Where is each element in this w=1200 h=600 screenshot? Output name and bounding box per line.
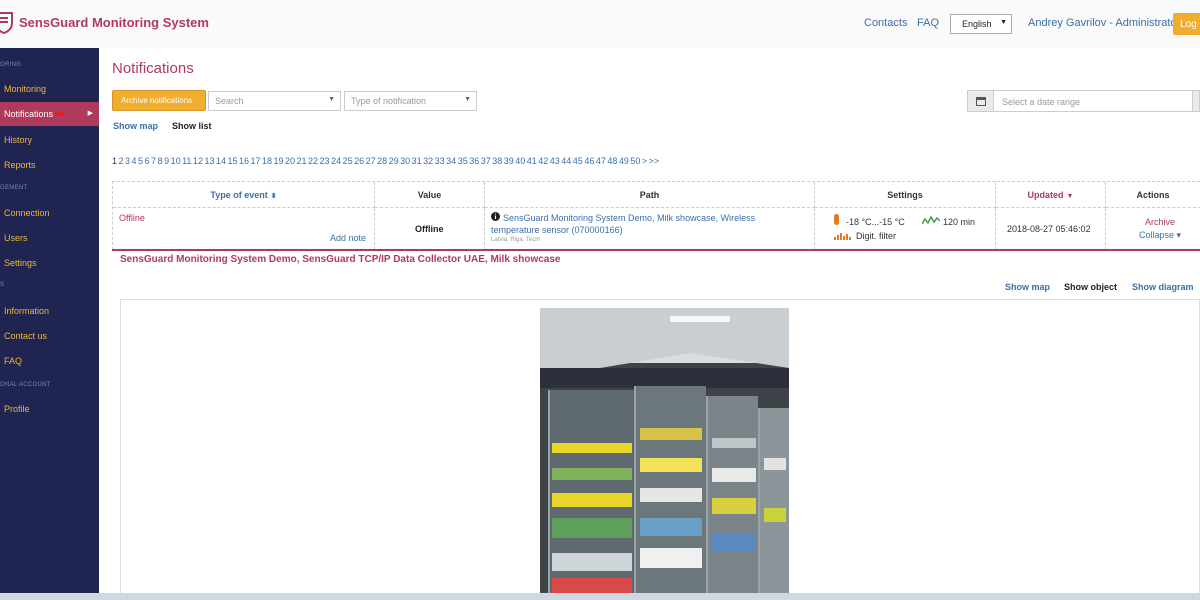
sidebar-item-faq[interactable]: FAQ [0, 349, 99, 373]
showcase-image [540, 308, 789, 600]
sidebar-item-profile[interactable]: Profile [0, 397, 99, 421]
pagination-current: 1 [112, 156, 118, 166]
sidebar-item-contact-us[interactable]: Contact us [0, 324, 99, 348]
sidebar-item-label: Profile [4, 404, 30, 414]
column-header-label: Type of event [210, 190, 268, 200]
column-header-label: Updated [1027, 190, 1064, 200]
sidebar-section-monitoring: ORING [0, 62, 22, 68]
show-list-link[interactable]: Show list [172, 121, 212, 131]
sidebar-item-information[interactable]: Information [0, 299, 99, 323]
pagination[interactable]: 1 2 3 4 5 6 7 8 9 10 11 12 13 14 15 16 1… [112, 156, 659, 166]
shield-logo-icon [0, 12, 13, 34]
sidebar-section-personal: ONAL ACCOUNT [0, 382, 51, 388]
path-link[interactable]: SensGuard Monitoring System Demo, Milk s… [491, 212, 791, 236]
calendar-button[interactable] [967, 90, 994, 112]
sort-down-icon: ▼ [1066, 193, 1074, 200]
sidebar-item-label: FAQ [4, 356, 23, 366]
logout-button[interactable]: Log o [1173, 13, 1200, 35]
archive-notifications-button[interactable]: Archive notifications [112, 90, 206, 111]
sidebar-item-label: Users [4, 233, 28, 243]
sidebar-item-reports[interactable]: Reports [0, 153, 99, 177]
sidebar-item-label: Settings [4, 258, 37, 268]
detail-show-object-link[interactable]: Show object [1064, 282, 1117, 292]
user-link[interactable]: Andrey Gavrilov - Administrator [1028, 17, 1180, 29]
digital-filter-icon [834, 233, 851, 240]
sidebar-item-connection[interactable]: Connection [0, 201, 99, 225]
language-select[interactable]: English ▼ [950, 14, 1012, 34]
table-cell-settings [815, 208, 996, 250]
sidebar-item-label: Notifications [4, 109, 54, 119]
date-range-input[interactable]: Select a date range [993, 90, 1193, 112]
digital-filter: Digit. filter [856, 231, 897, 241]
path-location: Latvia, Riga, Tecm [491, 237, 541, 243]
sort-icon: ⬍ [270, 193, 277, 200]
search-placeholder: Search [215, 96, 244, 106]
sidebar-item-label: Monitoring [4, 84, 47, 94]
column-header-type[interactable]: Type of event ⬍ [113, 182, 375, 208]
column-header-actions: Actions [1106, 182, 1200, 208]
sidebar-item-monitoring[interactable]: Monitoring [0, 77, 99, 101]
contacts-link[interactable]: Contacts [864, 17, 907, 29]
column-header-settings: Settings [815, 182, 996, 208]
sidebar-item-label: Reports [4, 160, 36, 170]
table-cell-type [113, 208, 375, 250]
page-title: Notifications [112, 60, 194, 77]
sidebar-item-label: Contact us [4, 331, 48, 341]
interval: 120 min [943, 217, 976, 227]
temperature-range: -18 °C...-15 °C [846, 217, 905, 227]
top-bar: SensGuard Monitoring System Contacts FAQ… [0, 0, 1200, 48]
type-placeholder: Type of notification [351, 96, 427, 106]
updated-timestamp: 2018-08-27 05:46:02 [1007, 224, 1091, 234]
app-title[interactable]: SensGuard Monitoring System [19, 15, 209, 30]
row-separator [112, 249, 1200, 251]
language-value: English [962, 19, 992, 29]
sidebar-item-label: Connection [4, 208, 50, 218]
notification-type-select[interactable]: Type of notification ▼ [344, 91, 477, 111]
date-range-addon[interactable] [1192, 90, 1200, 112]
search-select[interactable]: Search ▼ [208, 91, 341, 111]
sidebar-item-history[interactable]: History [0, 128, 99, 152]
faq-link[interactable]: FAQ [917, 17, 939, 29]
sidebar-item-label: Information [4, 306, 50, 316]
event-value: Offline [415, 224, 444, 234]
collapse-link[interactable]: Collapse ▾ [1139, 230, 1181, 241]
sidebar-item-users[interactable]: Users [0, 226, 99, 250]
column-header-updated[interactable]: Updated ▼ [996, 182, 1106, 208]
detail-show-diagram-link[interactable]: Show diagram [1132, 282, 1194, 292]
column-header-path: Path [485, 182, 815, 208]
calendar-icon [976, 97, 986, 106]
sidebar-section-management: GEMENT [0, 185, 28, 191]
sidebar-item-settings[interactable]: Settings [0, 251, 99, 275]
chevron-down-icon: ▼ [1000, 19, 1007, 26]
add-note-link[interactable]: Add note [330, 233, 366, 243]
bottom-scrollbar[interactable] [0, 593, 1200, 600]
object-title: SensGuard Monitoring System Demo, SensGu… [120, 254, 561, 265]
sidebar: ORING Monitoring Notifications ▶ History… [0, 48, 99, 600]
pagination-pages[interactable]: 2 3 4 5 6 7 8 9 10 11 12 13 14 15 16 17 … [119, 156, 660, 166]
chevron-down-icon: ▼ [328, 96, 335, 103]
sidebar-item-notifications[interactable]: Notifications ▶ [0, 102, 99, 126]
detail-show-map-link[interactable]: Show map [1005, 282, 1050, 292]
chevron-right-icon: ▶ [87, 110, 93, 117]
table-cell-actions [1106, 208, 1200, 250]
sidebar-item-label: History [4, 135, 33, 145]
object-photo[interactable] [540, 308, 789, 600]
event-type: Offline [119, 213, 145, 223]
show-map-link[interactable]: Show map [113, 121, 158, 131]
chevron-down-icon: ▼ [464, 96, 471, 103]
notification-indicator [55, 112, 63, 116]
trend-icon [922, 216, 940, 225]
sidebar-section-info: S [0, 282, 5, 288]
archive-link[interactable]: Archive [1145, 217, 1175, 227]
thermometer-icon [834, 214, 839, 225]
column-header-value: Value [375, 182, 485, 208]
